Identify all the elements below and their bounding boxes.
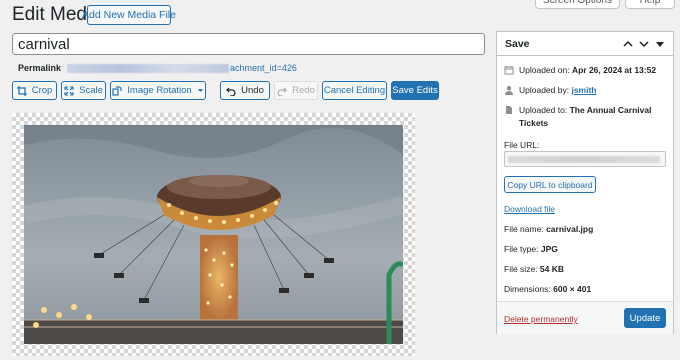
- permalink: Permalink achment_id=426: [18, 63, 297, 73]
- uploaded-on: Uploaded on: Apr 26, 2024 at 13:52: [504, 64, 656, 77]
- dimensions-value: 600 × 401: [553, 284, 592, 294]
- uploaded-on-value: Apr 26, 2024 at 13:52: [571, 65, 657, 75]
- dimensions-label: Dimensions:: [504, 284, 551, 294]
- scale-icon: [64, 85, 74, 96]
- cancel-editing-button[interactable]: Cancel Editing: [322, 81, 387, 100]
- file-name: File name: carnival.jpg: [504, 224, 593, 234]
- crop-icon: [16, 85, 27, 96]
- dimensions: Dimensions: 600 × 401: [504, 284, 591, 294]
- panel-header: Save: [497, 32, 673, 56]
- download-file-link[interactable]: Download file: [504, 204, 555, 214]
- copy-url-button[interactable]: Copy URL to clipboard: [504, 176, 596, 193]
- calendar-icon: [504, 66, 514, 75]
- rotation-label: Image Rotation: [127, 85, 192, 96]
- media-title-input[interactable]: [12, 33, 485, 55]
- file-type-label: File type:: [504, 244, 539, 254]
- uploaded-to-label: Uploaded to:: [519, 105, 568, 115]
- crop-label: Crop: [31, 85, 53, 96]
- file-type-value: JPG: [540, 244, 558, 254]
- panel-footer: Delete permanently Update: [497, 301, 673, 334]
- delete-permanently-link[interactable]: Delete permanently: [504, 314, 578, 324]
- uploaded-by-user-link[interactable]: jsmith: [571, 85, 596, 95]
- uploaded-on-label: Uploaded on:: [519, 65, 570, 75]
- redo-button[interactable]: Redo: [274, 81, 318, 100]
- undo-button[interactable]: Undo: [220, 81, 270, 100]
- uploaded-by-label: Uploaded by:: [519, 85, 570, 95]
- document-icon: [506, 106, 512, 114]
- redo-icon: [277, 87, 287, 96]
- image-crop-area[interactable]: [12, 113, 415, 356]
- user-icon: [505, 86, 513, 95]
- file-size-value: 54 KB: [539, 264, 565, 274]
- file-type: File type: JPG: [504, 244, 558, 254]
- chevron-up-icon[interactable]: [623, 39, 633, 49]
- save-edits-button[interactable]: Save Edits: [391, 81, 439, 100]
- screen-options-button[interactable]: Screen Options: [535, 0, 620, 9]
- permalink-link[interactable]: achment_id=426: [230, 63, 297, 73]
- file-name-value: carnival.jpg: [546, 224, 594, 234]
- carnival-photo: [24, 125, 403, 344]
- scale-label: Scale: [79, 85, 103, 96]
- chevron-down-icon[interactable]: [639, 39, 649, 49]
- permalink-url-redacted[interactable]: [67, 63, 230, 73]
- file-size-label: File size:: [504, 264, 538, 274]
- file-url-field[interactable]: [504, 151, 666, 167]
- save-panel: Save Uploaded on: Apr 26, 2024 at 13:52 …: [496, 31, 674, 334]
- file-size: File size: 54 KB: [504, 264, 564, 274]
- panel-title: Save: [505, 37, 530, 50]
- rotate-icon: [112, 85, 122, 96]
- help-button[interactable]: Help: [625, 0, 675, 9]
- uploaded-by: Uploaded by: jsmith: [504, 84, 597, 97]
- uploaded-to: Uploaded to: The Annual Carnival Tickets: [504, 104, 664, 130]
- scale-button[interactable]: Scale: [61, 81, 106, 100]
- undo-label: Undo: [241, 85, 264, 96]
- file-url-label: File URL:: [504, 140, 540, 150]
- file-name-label: File name:: [504, 224, 544, 234]
- permalink-label: Permalink: [18, 63, 62, 73]
- undo-icon: [226, 87, 236, 96]
- add-new-media-button[interactable]: Add New Media File: [82, 5, 176, 25]
- caret-down-icon: [197, 89, 204, 92]
- caret-down-icon[interactable]: [655, 39, 665, 49]
- update-button[interactable]: Update: [624, 308, 666, 328]
- redo-label: Redo: [292, 85, 315, 96]
- crop-button[interactable]: Crop: [12, 81, 57, 100]
- image-rotation-dropdown[interactable]: Image Rotation: [110, 81, 206, 100]
